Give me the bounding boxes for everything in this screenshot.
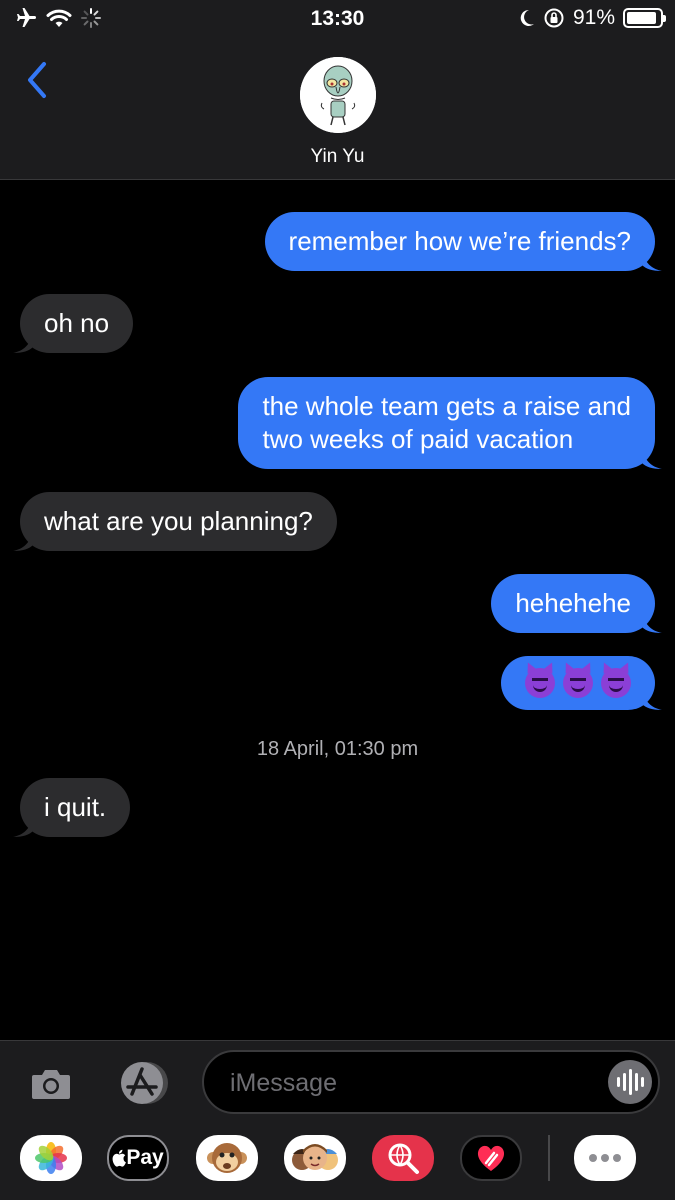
conversation-header: 13:30 91% Yin Yu xyxy=(0,0,675,180)
ellipsis-dots xyxy=(589,1154,621,1162)
orientation-lock-icon xyxy=(544,8,564,28)
digital-touch-heart xyxy=(477,1145,505,1171)
message-text-line: two weeks of paid vacation xyxy=(262,424,574,454)
bubble-tail xyxy=(642,447,662,469)
globe-search-icon[interactable] xyxy=(372,1135,434,1181)
message-bubble-incoming[interactable]: what are you planning? xyxy=(13,492,337,551)
photos-flower xyxy=(35,1142,67,1174)
message-bubble-incoming[interactable]: i quit. xyxy=(13,778,131,837)
bubble-tail xyxy=(642,611,662,633)
moon-icon xyxy=(520,9,534,26)
globe-search-glyph xyxy=(388,1143,419,1174)
tray-divider xyxy=(548,1135,550,1181)
memoji-faces xyxy=(292,1144,338,1170)
battery-icon xyxy=(623,8,666,28)
smiling-face-with-horns-icon xyxy=(601,668,631,698)
photos-icon[interactable] xyxy=(20,1135,82,1181)
smiling-face-with-horns-icon xyxy=(525,668,555,698)
message-text: i quit. xyxy=(44,792,107,822)
message-text: remember how we’re friends? xyxy=(288,226,631,256)
bubble-tail xyxy=(13,529,33,551)
battery-fill xyxy=(627,12,657,24)
heart-icon[interactable] xyxy=(460,1135,522,1181)
message-text-line: the whole team gets a raise and xyxy=(262,391,631,421)
bubble-tail xyxy=(13,815,33,837)
contact-name[interactable]: Yin Yu xyxy=(0,146,675,168)
message-input-container xyxy=(202,1050,660,1114)
message-bubble-incoming[interactable]: oh no xyxy=(13,294,134,353)
battery-percent: 91% xyxy=(572,6,615,29)
monkey-icon[interactable] xyxy=(196,1135,258,1181)
status-bar: 13:30 91% xyxy=(0,0,675,38)
composer-bar: Pay xyxy=(0,1040,675,1200)
smiling-face-with-horns-icon xyxy=(563,668,593,698)
message-text: hehehehe xyxy=(515,588,631,618)
app-drawer: Pay xyxy=(0,1135,675,1187)
apple-logo-icon xyxy=(112,1149,127,1167)
chevron-left-icon[interactable] xyxy=(20,60,54,100)
memoji-icon[interactable] xyxy=(284,1135,346,1181)
app-store-icon[interactable] xyxy=(113,1058,171,1108)
message-input[interactable] xyxy=(230,1066,590,1100)
status-right: 91% xyxy=(517,6,666,30)
message-text: oh no xyxy=(44,308,110,338)
bubble-tail xyxy=(642,688,662,710)
bubble-tail xyxy=(642,249,662,271)
audio-waveform-icon[interactable] xyxy=(608,1060,652,1104)
ellipsis-icon[interactable] xyxy=(574,1135,636,1181)
message-bubble-outgoing[interactable]: the whole team gets a raise and two week… xyxy=(238,377,662,469)
message-text: what are you planning? xyxy=(44,506,313,536)
apple-pay-button[interactable]: Pay xyxy=(107,1135,169,1181)
message-timestamp: 18 April, 01:30 pm xyxy=(256,738,419,760)
bubble-tail xyxy=(13,331,33,353)
apple-pay-label: Pay xyxy=(126,1146,164,1169)
message-bubble-outgoing[interactable]: remember how we’re friends? xyxy=(264,212,662,271)
avatar-illustration xyxy=(300,57,376,133)
avatar[interactable] xyxy=(300,57,376,133)
message-bubble-outgoing[interactable]: hehehehe xyxy=(491,574,662,633)
monkey-face xyxy=(207,1143,247,1173)
message-bubble-outgoing-emoji[interactable] xyxy=(501,656,662,710)
camera-icon[interactable] xyxy=(28,1061,74,1107)
